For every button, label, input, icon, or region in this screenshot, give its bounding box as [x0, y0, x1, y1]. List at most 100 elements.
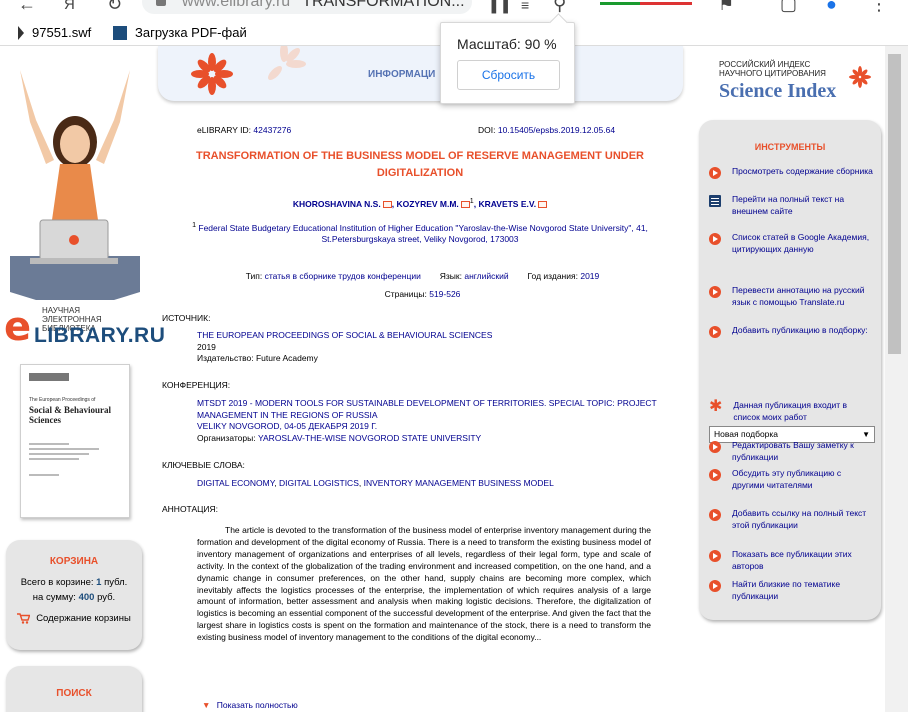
pdf-site-icon — [113, 25, 127, 40]
tools-title: ИНСТРУМЕНТЫ — [754, 142, 826, 152]
page: e НАУЧНАЯ ЭЛЕКТРОННАЯ БИБЛИОТЕКА LIBRARY… — [0, 46, 908, 712]
elibrary-e-icon: e — [4, 304, 32, 350]
bookmark-pdf[interactable]: Загрузка PDF-фай — [113, 25, 247, 40]
email-icon[interactable] — [460, 201, 470, 209]
elibrary-id-row: eLIBRARY ID: 42437276 — [197, 125, 291, 135]
show-more-link[interactable]: ▼ Показать полностью — [202, 700, 298, 710]
bookmark-icon[interactable]: ⚑ — [718, 0, 734, 15]
main-content: ИНФОРМАЦИ eLIBRARY ID: 42437276 DOI: 10.… — [150, 46, 695, 712]
elibrary-id-value: 42437276 — [253, 125, 292, 135]
play-dot-icon — [709, 469, 721, 481]
tool-add-link[interactable]: Добавить ссылку на полный текст этой пуб… — [709, 508, 874, 531]
banner-asterisk-icon — [191, 46, 306, 95]
tool-my-works[interactable]: ✱ Данная публикация входит в список моих… — [709, 398, 874, 423]
affiliation-text: Federal State Budgetary Educational Inst… — [198, 222, 648, 244]
tools-panel: ИНСТРУМЕНТЫ Просмотреть содержание сборн… — [699, 120, 881, 620]
play-dot-icon — [709, 441, 721, 453]
keyword-link[interactable]: INVENTORY MANAGEMENT BUSINESS MODEL — [364, 478, 554, 488]
tool-edit-note[interactable]: Редактировать Вашу заметку к публикации — [709, 440, 874, 463]
authors-line: KHOROSHAVINA N.S., KOZYREV M.M. 1, KRAVET… — [190, 197, 650, 209]
year-value: 2019 — [580, 271, 600, 281]
author-link[interactable]: KHOROSHAVINA N.S. — [293, 199, 381, 209]
affiliation: 1 Federal State Budgetary Educational In… — [190, 220, 650, 245]
document-icon — [709, 195, 721, 207]
tool-label: Перевести аннотацию на русский язык с по… — [732, 285, 865, 307]
tab-letter[interactable]: Я — [64, 0, 75, 13]
address-title: TRANSFORMATION... — [302, 0, 465, 10]
tool-all-author-pubs[interactable]: Показать все публикации этих авторов — [709, 549, 874, 572]
tool-view-contents[interactable]: Просмотреть содержание сборника — [709, 166, 874, 179]
author-separator: , — [391, 198, 395, 209]
tool-label: Редактировать Вашу заметку к публикации — [732, 440, 854, 462]
source-block: THE EUROPEAN PROCEEDINGS OF SOCIAL & BEH… — [197, 330, 657, 365]
author-separator: , — [473, 198, 477, 209]
scrollbar-thumb[interactable] — [888, 54, 901, 354]
pages-label: Страницы: — [384, 289, 427, 299]
zoom-label: Масштаб: 90 % — [457, 36, 557, 52]
source-title-link[interactable]: THE EUROPEAN PROCEEDINGS OF SOCIAL & BEH… — [197, 330, 492, 340]
affiliation-sup: 1 — [192, 221, 197, 229]
publication-title: TRANSFORMATION OF THE BUSINESS MODEL OF … — [196, 150, 644, 179]
collections-icon[interactable]: ▢ — [780, 0, 797, 15]
browser-toolbar: ← Я ↻ www.elibrary.ru TRANSFORMATION... ❚… — [0, 0, 908, 18]
menu-icon[interactable]: ⋮ — [870, 0, 888, 15]
lang-value: английский — [464, 271, 509, 281]
conference-heading: КОНФЕРЕНЦИЯ: — [162, 380, 231, 390]
search-box: ПОИСК — [6, 666, 142, 712]
cart-contents-link[interactable]: Содержание корзины — [6, 613, 142, 624]
annotation-heading: АННОТАЦИЯ: — [162, 504, 219, 514]
extension-icon[interactable]: ● — [826, 0, 837, 15]
organizers-label: Организаторы: — [197, 432, 256, 443]
file-icon — [18, 25, 24, 40]
keyword-link[interactable]: DIGITAL LOGISTICS — [279, 478, 359, 488]
email-icon[interactable] — [382, 201, 392, 209]
cart-sum-unit: руб. — [97, 592, 116, 603]
search-title: ПОИСК — [56, 688, 92, 699]
zoom-reset-button[interactable]: Сбросить — [457, 60, 560, 90]
asterisk-icon: ✱ — [709, 398, 723, 415]
tool-full-text[interactable]: Перейти на полный текст на внешнем сайте — [709, 194, 874, 217]
conference-title-link[interactable]: MTSDT 2019 - MODERN TOOLS FOR SUSTAINABL… — [197, 398, 657, 420]
pages-row: Страницы: 519-526 — [150, 289, 695, 299]
author-link[interactable]: KOZYREV M.M. — [396, 199, 458, 209]
reader-icon[interactable]: ❚❚ — [488, 0, 511, 14]
tool-translate[interactable]: Перевести аннотацию на русский язык с по… — [709, 285, 874, 308]
cover-text-lines — [29, 443, 121, 476]
tool-discuss[interactable]: Обсудить эту публикацию с другими читате… — [709, 468, 874, 491]
page-icon[interactable]: ≡ — [521, 0, 529, 13]
reload-icon[interactable]: ↻ — [107, 0, 122, 15]
tool-google-scholar[interactable]: Список статей в Google Академия, цитирую… — [709, 232, 874, 255]
email-icon[interactable] — [538, 201, 548, 209]
zoom-magnifier-icon[interactable]: ⚲ — [553, 0, 566, 15]
cart-sum-prefix: на сумму: — [32, 592, 76, 603]
keywords-list: DIGITAL ECONOMY, DIGITAL LOGISTICS, INVE… — [197, 478, 554, 488]
tool-label: Данная публикация входит в список моих р… — [733, 400, 848, 422]
left-column: e НАУЧНАЯ ЭЛЕКТРОННАЯ БИБЛИОТЕКА LIBRARY… — [0, 46, 165, 712]
selection-value: Новая подборка — [714, 429, 779, 439]
science-index-logo[interactable]: РОССИЙСКИЙ ИНДЕКС НАУЧНОГО ЦИТИРОВАНИЯ S… — [719, 60, 879, 110]
author-link[interactable]: KRAVETS E.V. — [478, 199, 536, 209]
keyword-link[interactable]: DIGITAL ECONOMY — [197, 478, 274, 488]
conference-place-date: Veliky Novgorod, 04-05 декабря 2019 г. — [197, 421, 378, 431]
back-arrow-icon[interactable]: ← — [18, 0, 36, 15]
cover-pre: The European Proceedings of — [29, 397, 96, 403]
journal-cover-image[interactable]: The European Proceedings of Social & Beh… — [20, 364, 130, 518]
doi-link[interactable]: 10.15405/epsbs.2019.12.05.64 — [498, 125, 615, 135]
elibrary-logo[interactable]: e НАУЧНАЯ ЭЛЕКТРОННАЯ БИБЛИОТЕКА LIBRARY… — [4, 304, 165, 350]
cart-contents-label: Содержание корзины — [36, 613, 131, 624]
address-bar[interactable]: www.elibrary.ru TRANSFORMATION... — [142, 0, 472, 14]
tool-add-to-selection[interactable]: Добавить публикацию в подборку: — [709, 325, 874, 338]
year-label: Год издания: — [527, 271, 578, 281]
page-scrollbar[interactable] — [885, 46, 908, 712]
logo-name: LIBRARY.RU — [34, 324, 166, 347]
tool-label: Просмотреть содержание сборника — [732, 166, 873, 176]
right-column: РОССИЙСКИЙ ИНДЕКС НАУЧНОГО ЦИТИРОВАНИЯ S… — [695, 46, 885, 712]
organizers-link[interactable]: Yaroslav-the-Wise Novgorod State Univers… — [258, 433, 481, 443]
publication-type-row: Тип: статья в сборнике трудов конференци… — [150, 271, 695, 281]
tool-label: Добавить публикацию в подборку: — [732, 325, 868, 335]
tool-similar-pubs[interactable]: Найти близкие по тематике публикации — [709, 579, 874, 602]
pages-value: 519-526 — [429, 289, 461, 299]
bookmark-swf[interactable]: 97551.swf — [18, 25, 91, 40]
play-dot-icon — [709, 167, 721, 179]
mascot-girl-image — [10, 70, 140, 300]
